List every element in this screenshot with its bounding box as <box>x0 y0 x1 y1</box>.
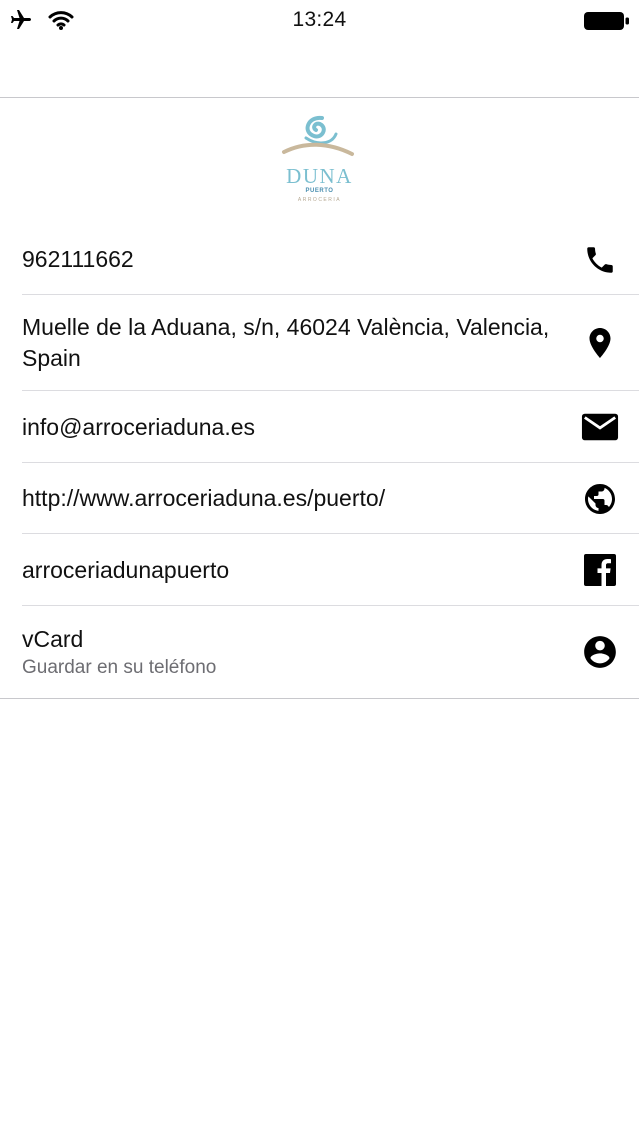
status-bar: 13:24 <box>0 0 639 40</box>
logo-subtitle: PUERTO <box>305 188 334 194</box>
facebook-icon[interactable] <box>581 551 619 589</box>
email-row[interactable]: info@arroceriaduna.es <box>0 391 639 463</box>
vcard-row[interactable]: vCard Guardar en su teléfono <box>0 606 639 698</box>
globe-icon[interactable] <box>581 480 619 518</box>
navigation-bar <box>0 40 639 98</box>
facebook-row[interactable]: arroceriadunapuerto <box>0 534 639 606</box>
duna-logo: DUNA PUERTO ARROCERIA <box>280 112 360 232</box>
logo-wordmark: DUNA <box>286 164 353 188</box>
address-label: Muelle de la Aduana, s/n, 46024 València… <box>22 314 550 371</box>
phone-label: 962111662 <box>22 246 134 272</box>
website-row[interactable]: http://www.arroceriaduna.es/puerto/ <box>0 463 639 534</box>
contact-list: 962111662 Muelle de la Aduana, s/n, 4602… <box>0 224 639 699</box>
status-time: 13:24 <box>292 8 347 31</box>
website-label: http://www.arroceriaduna.es/puerto/ <box>22 485 386 511</box>
logo-tagline: ARROCERIA <box>297 197 342 203</box>
facebook-label: arroceriadunapuerto <box>22 556 230 583</box>
phone-icon[interactable] <box>581 241 619 279</box>
vcard-text: vCard Guardar en su teléfono <box>22 624 639 681</box>
mail-icon[interactable] <box>581 408 619 446</box>
battery-icon <box>583 10 631 37</box>
address-row[interactable]: Muelle de la Aduana, s/n, 46024 València… <box>0 295 639 391</box>
vcard-label: vCard <box>22 625 84 652</box>
vcard-sublabel: Guardar en su teléfono <box>22 656 217 678</box>
email-label: info@arroceriaduna.es <box>22 413 256 440</box>
location-pin-icon[interactable] <box>581 324 619 362</box>
contact-card-icon[interactable] <box>581 633 619 671</box>
logo-area: DUNA PUERTO ARROCERIA <box>0 98 639 223</box>
phone-row[interactable]: 962111662 <box>0 224 639 295</box>
